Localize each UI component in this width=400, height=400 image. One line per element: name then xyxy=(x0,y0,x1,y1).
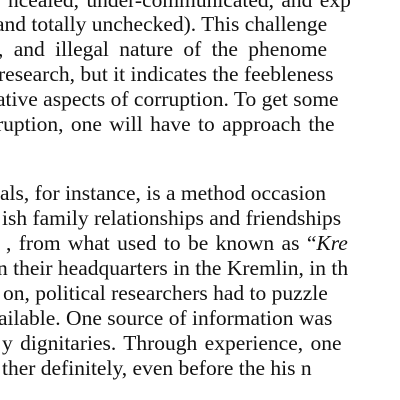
text-segment: , from what used to be known as “ xyxy=(6,231,317,255)
text-line: and totally unchecked). This challenge xyxy=(0,12,328,36)
document-page: ncealed, under-communicated, and exp and… xyxy=(0,0,400,400)
text-line: ailable. One source of information was xyxy=(0,306,333,330)
text-line: als, for instance, is a method occasion xyxy=(0,181,326,205)
text-line: , from what used to be known as “Kre xyxy=(6,231,348,256)
text-line: ther definitely, even before the his n xyxy=(2,356,312,380)
text-line: n their headquarters in the Kremlin, in … xyxy=(0,256,349,280)
text-line: ruption, one will have to approach the xyxy=(0,112,335,136)
text-line: , and illegal nature of the phenome xyxy=(0,37,328,61)
italic-term: Kre xyxy=(316,231,348,255)
text-line: y dignitaries. Through experience, one xyxy=(2,331,342,355)
text-line: ative aspects of corruption. To get some xyxy=(0,87,339,111)
text-line: ish family relationships and friendships xyxy=(2,206,342,230)
text-line: research, but it indicates the feeblenes… xyxy=(0,62,334,86)
text-line: on, political researchers had to puzzle xyxy=(3,281,328,305)
